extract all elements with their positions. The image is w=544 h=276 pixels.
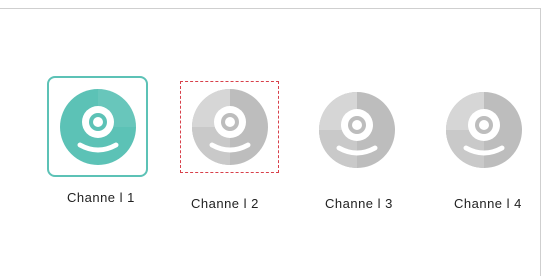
camera-icon [192,89,268,165]
channel-4-label: Channe l 4 [454,196,522,211]
channel-4-button[interactable]: Channe l 4 [436,86,536,226]
channel-1-label: Channe l 1 [67,190,135,205]
channel-2-button[interactable]: Channe l 2 [180,81,280,221]
camera-icon [60,89,136,165]
channel-2-label: Channe l 2 [191,196,259,211]
channel-3-label: Channe l 3 [325,196,393,211]
channel-1-button[interactable]: Channe l 1 [47,76,149,216]
channel-3-tile [309,86,404,174]
channel-1-tile [47,76,148,177]
camera-icon [446,92,522,168]
channel-3-button[interactable]: Channe l 3 [309,86,409,226]
camera-icon [319,92,395,168]
channel-2-tile [180,81,279,173]
channel-4-tile [436,86,531,174]
